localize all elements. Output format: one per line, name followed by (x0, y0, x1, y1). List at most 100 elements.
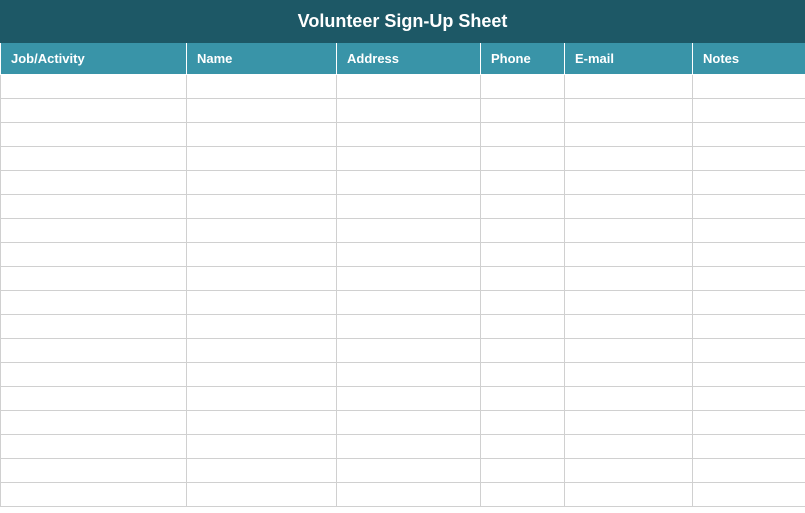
cell-name[interactable] (187, 315, 337, 339)
cell-phone[interactable] (481, 459, 565, 483)
cell-job[interactable] (1, 459, 187, 483)
cell-job[interactable] (1, 339, 187, 363)
cell-name[interactable] (187, 267, 337, 291)
cell-notes[interactable] (693, 363, 805, 387)
cell-notes[interactable] (693, 171, 805, 195)
cell-phone[interactable] (481, 387, 565, 411)
cell-phone[interactable] (481, 147, 565, 171)
cell-address[interactable] (337, 75, 481, 99)
cell-phone[interactable] (481, 123, 565, 147)
cell-notes[interactable] (693, 411, 805, 435)
cell-email[interactable] (565, 339, 693, 363)
cell-job[interactable] (1, 171, 187, 195)
cell-email[interactable] (565, 291, 693, 315)
cell-phone[interactable] (481, 243, 565, 267)
cell-address[interactable] (337, 147, 481, 171)
cell-email[interactable] (565, 219, 693, 243)
cell-notes[interactable] (693, 243, 805, 267)
cell-job[interactable] (1, 387, 187, 411)
cell-address[interactable] (337, 195, 481, 219)
cell-email[interactable] (565, 459, 693, 483)
cell-email[interactable] (565, 147, 693, 171)
cell-job[interactable] (1, 123, 187, 147)
cell-phone[interactable] (481, 435, 565, 459)
cell-job[interactable] (1, 435, 187, 459)
cell-phone[interactable] (481, 195, 565, 219)
cell-phone[interactable] (481, 483, 565, 507)
cell-address[interactable] (337, 339, 481, 363)
cell-job[interactable] (1, 147, 187, 171)
cell-name[interactable] (187, 243, 337, 267)
cell-name[interactable] (187, 411, 337, 435)
cell-email[interactable] (565, 99, 693, 123)
cell-address[interactable] (337, 363, 481, 387)
cell-phone[interactable] (481, 99, 565, 123)
cell-job[interactable] (1, 483, 187, 507)
cell-address[interactable] (337, 459, 481, 483)
cell-name[interactable] (187, 75, 337, 99)
cell-email[interactable] (565, 435, 693, 459)
cell-address[interactable] (337, 243, 481, 267)
cell-name[interactable] (187, 123, 337, 147)
cell-notes[interactable] (693, 219, 805, 243)
cell-address[interactable] (337, 267, 481, 291)
cell-email[interactable] (565, 171, 693, 195)
cell-email[interactable] (565, 387, 693, 411)
cell-notes[interactable] (693, 75, 805, 99)
cell-phone[interactable] (481, 411, 565, 435)
cell-name[interactable] (187, 171, 337, 195)
cell-job[interactable] (1, 411, 187, 435)
cell-job[interactable] (1, 219, 187, 243)
cell-name[interactable] (187, 219, 337, 243)
cell-name[interactable] (187, 459, 337, 483)
cell-name[interactable] (187, 339, 337, 363)
cell-email[interactable] (565, 123, 693, 147)
cell-address[interactable] (337, 387, 481, 411)
cell-job[interactable] (1, 195, 187, 219)
cell-job[interactable] (1, 267, 187, 291)
cell-notes[interactable] (693, 291, 805, 315)
cell-phone[interactable] (481, 315, 565, 339)
cell-email[interactable] (565, 267, 693, 291)
cell-notes[interactable] (693, 123, 805, 147)
cell-address[interactable] (337, 99, 481, 123)
cell-phone[interactable] (481, 171, 565, 195)
cell-address[interactable] (337, 123, 481, 147)
cell-notes[interactable] (693, 315, 805, 339)
cell-notes[interactable] (693, 435, 805, 459)
cell-phone[interactable] (481, 339, 565, 363)
cell-notes[interactable] (693, 387, 805, 411)
cell-email[interactable] (565, 363, 693, 387)
cell-email[interactable] (565, 75, 693, 99)
cell-email[interactable] (565, 195, 693, 219)
cell-name[interactable] (187, 435, 337, 459)
cell-name[interactable] (187, 99, 337, 123)
cell-name[interactable] (187, 483, 337, 507)
cell-notes[interactable] (693, 483, 805, 507)
cell-phone[interactable] (481, 267, 565, 291)
cell-job[interactable] (1, 243, 187, 267)
cell-email[interactable] (565, 411, 693, 435)
cell-job[interactable] (1, 363, 187, 387)
cell-notes[interactable] (693, 99, 805, 123)
cell-address[interactable] (337, 219, 481, 243)
cell-email[interactable] (565, 315, 693, 339)
cell-address[interactable] (337, 411, 481, 435)
cell-notes[interactable] (693, 147, 805, 171)
cell-address[interactable] (337, 483, 481, 507)
cell-job[interactable] (1, 99, 187, 123)
cell-notes[interactable] (693, 339, 805, 363)
cell-phone[interactable] (481, 363, 565, 387)
cell-email[interactable] (565, 243, 693, 267)
cell-name[interactable] (187, 387, 337, 411)
cell-phone[interactable] (481, 291, 565, 315)
cell-address[interactable] (337, 291, 481, 315)
cell-name[interactable] (187, 291, 337, 315)
cell-phone[interactable] (481, 75, 565, 99)
cell-address[interactable] (337, 315, 481, 339)
cell-email[interactable] (565, 483, 693, 507)
cell-notes[interactable] (693, 459, 805, 483)
cell-job[interactable] (1, 291, 187, 315)
cell-name[interactable] (187, 147, 337, 171)
cell-address[interactable] (337, 435, 481, 459)
